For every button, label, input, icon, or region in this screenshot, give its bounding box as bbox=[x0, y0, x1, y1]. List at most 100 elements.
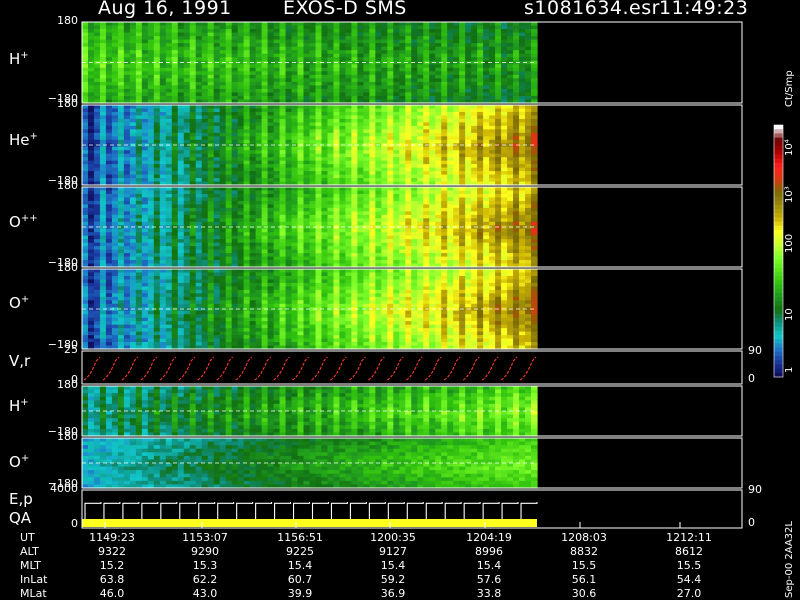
he-cell bbox=[273, 160, 281, 165]
he-cell bbox=[507, 105, 514, 110]
h1-cell bbox=[82, 74, 89, 79]
opp-cell bbox=[117, 239, 125, 244]
he-cell bbox=[123, 153, 131, 158]
he-cell bbox=[495, 136, 502, 141]
opp-cell bbox=[225, 204, 233, 209]
he-cell bbox=[273, 178, 281, 183]
h1-cell bbox=[117, 36, 125, 41]
h1-cell bbox=[489, 64, 496, 69]
h1-cell bbox=[441, 88, 448, 94]
h1-cell bbox=[159, 71, 167, 76]
he-cell bbox=[285, 153, 293, 158]
h1-cell bbox=[429, 39, 436, 44]
he-cell bbox=[129, 160, 137, 165]
h1-cell bbox=[153, 39, 161, 44]
opp-cell bbox=[177, 200, 185, 205]
h1-cell bbox=[93, 50, 101, 55]
he-cell bbox=[255, 125, 263, 130]
h1-cell bbox=[471, 67, 478, 72]
he-cell bbox=[513, 118, 520, 123]
h1-cell bbox=[297, 71, 305, 76]
h1-cell bbox=[135, 43, 143, 48]
opp-cell bbox=[357, 235, 364, 240]
opp-cell bbox=[201, 256, 209, 261]
h1-cell bbox=[183, 92, 191, 97]
opp-cell bbox=[387, 204, 394, 209]
opp-cell bbox=[213, 197, 221, 202]
he-cell bbox=[339, 171, 347, 176]
h1-cell bbox=[489, 78, 496, 83]
h1-cell bbox=[195, 32, 203, 37]
opp-cell bbox=[82, 197, 89, 202]
h1-cell bbox=[501, 88, 508, 94]
he-cell bbox=[495, 105, 502, 110]
he-cell bbox=[135, 157, 143, 162]
opp-cell bbox=[165, 253, 173, 258]
he-cell bbox=[243, 108, 251, 113]
h1-cell bbox=[501, 95, 508, 101]
opp-cell bbox=[153, 239, 161, 244]
opp-cell bbox=[129, 256, 137, 261]
opp-cell bbox=[141, 253, 149, 258]
opp-cell bbox=[135, 204, 143, 209]
opp-cell bbox=[171, 260, 179, 265]
h1-cell bbox=[171, 74, 179, 79]
opp-cell bbox=[453, 239, 460, 244]
he-cell bbox=[297, 174, 305, 179]
he-cell bbox=[183, 108, 191, 113]
h1-cell bbox=[411, 25, 418, 30]
opp-cell bbox=[171, 235, 179, 240]
opp-cell bbox=[105, 190, 113, 195]
he-cell bbox=[399, 115, 406, 120]
opp-cell bbox=[261, 246, 269, 251]
opp-cell bbox=[405, 239, 412, 244]
he-cell bbox=[261, 129, 269, 134]
he-cell bbox=[447, 164, 454, 169]
he-cell bbox=[183, 122, 191, 127]
h1-cell bbox=[189, 92, 197, 97]
he-cell bbox=[483, 146, 490, 151]
h1-cell bbox=[237, 57, 245, 62]
he-cell bbox=[165, 129, 173, 134]
he-cell bbox=[315, 118, 323, 123]
opp-cell bbox=[243, 197, 251, 202]
h1-cell bbox=[82, 22, 89, 27]
opp-cell bbox=[165, 207, 173, 212]
opp-cell bbox=[315, 190, 323, 195]
opp-cell bbox=[82, 232, 89, 237]
h1-cell bbox=[159, 29, 167, 34]
opp-cell bbox=[381, 232, 388, 237]
h1-cell bbox=[129, 74, 137, 79]
he-cell bbox=[201, 171, 209, 176]
opp-cell bbox=[387, 249, 394, 254]
opp-cell bbox=[117, 232, 125, 237]
he-cell bbox=[531, 167, 538, 172]
h1-cell bbox=[309, 64, 317, 69]
opp-cell bbox=[135, 187, 143, 192]
opp-cell bbox=[351, 214, 358, 219]
h1-cell bbox=[369, 81, 376, 86]
opp-cell bbox=[261, 260, 269, 265]
h1-cell bbox=[87, 71, 95, 76]
he-cell bbox=[279, 157, 287, 162]
he-cell bbox=[291, 164, 299, 169]
he-cell bbox=[111, 164, 119, 169]
h1-cell bbox=[207, 74, 215, 79]
he-cell bbox=[435, 132, 442, 137]
he-cell bbox=[261, 160, 269, 165]
opp-cell bbox=[82, 260, 89, 265]
opp-cell bbox=[273, 249, 281, 254]
h1-cell bbox=[159, 81, 167, 86]
h1-cell bbox=[105, 64, 113, 69]
opp-cell bbox=[147, 253, 155, 258]
he-cell bbox=[255, 174, 263, 179]
opp-cell bbox=[303, 197, 311, 202]
he-cell bbox=[207, 157, 215, 162]
h1-cell bbox=[321, 64, 329, 69]
h1-cell bbox=[105, 53, 113, 58]
opp-cell bbox=[153, 218, 161, 223]
opp-cell bbox=[459, 200, 466, 205]
opp-cell bbox=[255, 221, 263, 226]
h1-cell bbox=[417, 67, 424, 72]
he-cell bbox=[435, 174, 442, 179]
